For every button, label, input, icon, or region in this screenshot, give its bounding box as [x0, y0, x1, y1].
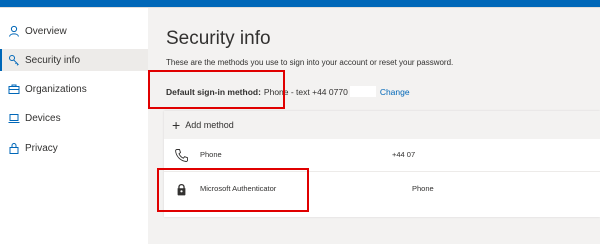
redacted-number	[349, 86, 376, 97]
method-value: +44 07	[392, 150, 416, 159]
add-method-label: Add method	[185, 120, 234, 130]
sidebar-item-label: Devices	[25, 112, 61, 124]
highlight-box-authenticator	[157, 168, 309, 212]
sidebar-item-overview[interactable]: Overview	[0, 20, 148, 42]
bottom-strip	[148, 237, 600, 244]
highlight-box-default-method	[148, 70, 285, 109]
lock-icon	[8, 142, 20, 154]
sidebar-item-label: Security info	[25, 54, 81, 66]
page-title: Security info	[166, 28, 271, 49]
plus-icon: +	[172, 117, 181, 133]
add-method-button[interactable]: + Add method	[164, 111, 600, 139]
sidebar-item-label: Organizations	[25, 83, 87, 95]
phone-icon	[174, 148, 189, 163]
security-key-icon	[8, 54, 20, 66]
sidebar-item-label: Overview	[25, 25, 67, 37]
sidebar-item-privacy[interactable]: Privacy	[0, 137, 148, 159]
sidebar-item-organizations[interactable]: Organizations	[0, 78, 148, 100]
change-default-link[interactable]: Change	[380, 87, 410, 97]
top-accent-bar	[0, 0, 600, 7]
page-description: These are the methods you use to sign in…	[166, 58, 454, 67]
method-value: Phone	[412, 184, 434, 193]
laptop-icon	[8, 112, 20, 124]
sidebar: Overview Security info Organizations Dev…	[0, 8, 148, 244]
person-icon	[8, 25, 20, 37]
sidebar-item-label: Privacy	[25, 142, 58, 154]
sidebar-item-security-info[interactable]: Security info	[0, 49, 148, 71]
sidebar-item-devices[interactable]: Devices	[0, 107, 148, 129]
briefcase-icon	[8, 83, 20, 95]
method-name: Phone	[200, 150, 222, 159]
